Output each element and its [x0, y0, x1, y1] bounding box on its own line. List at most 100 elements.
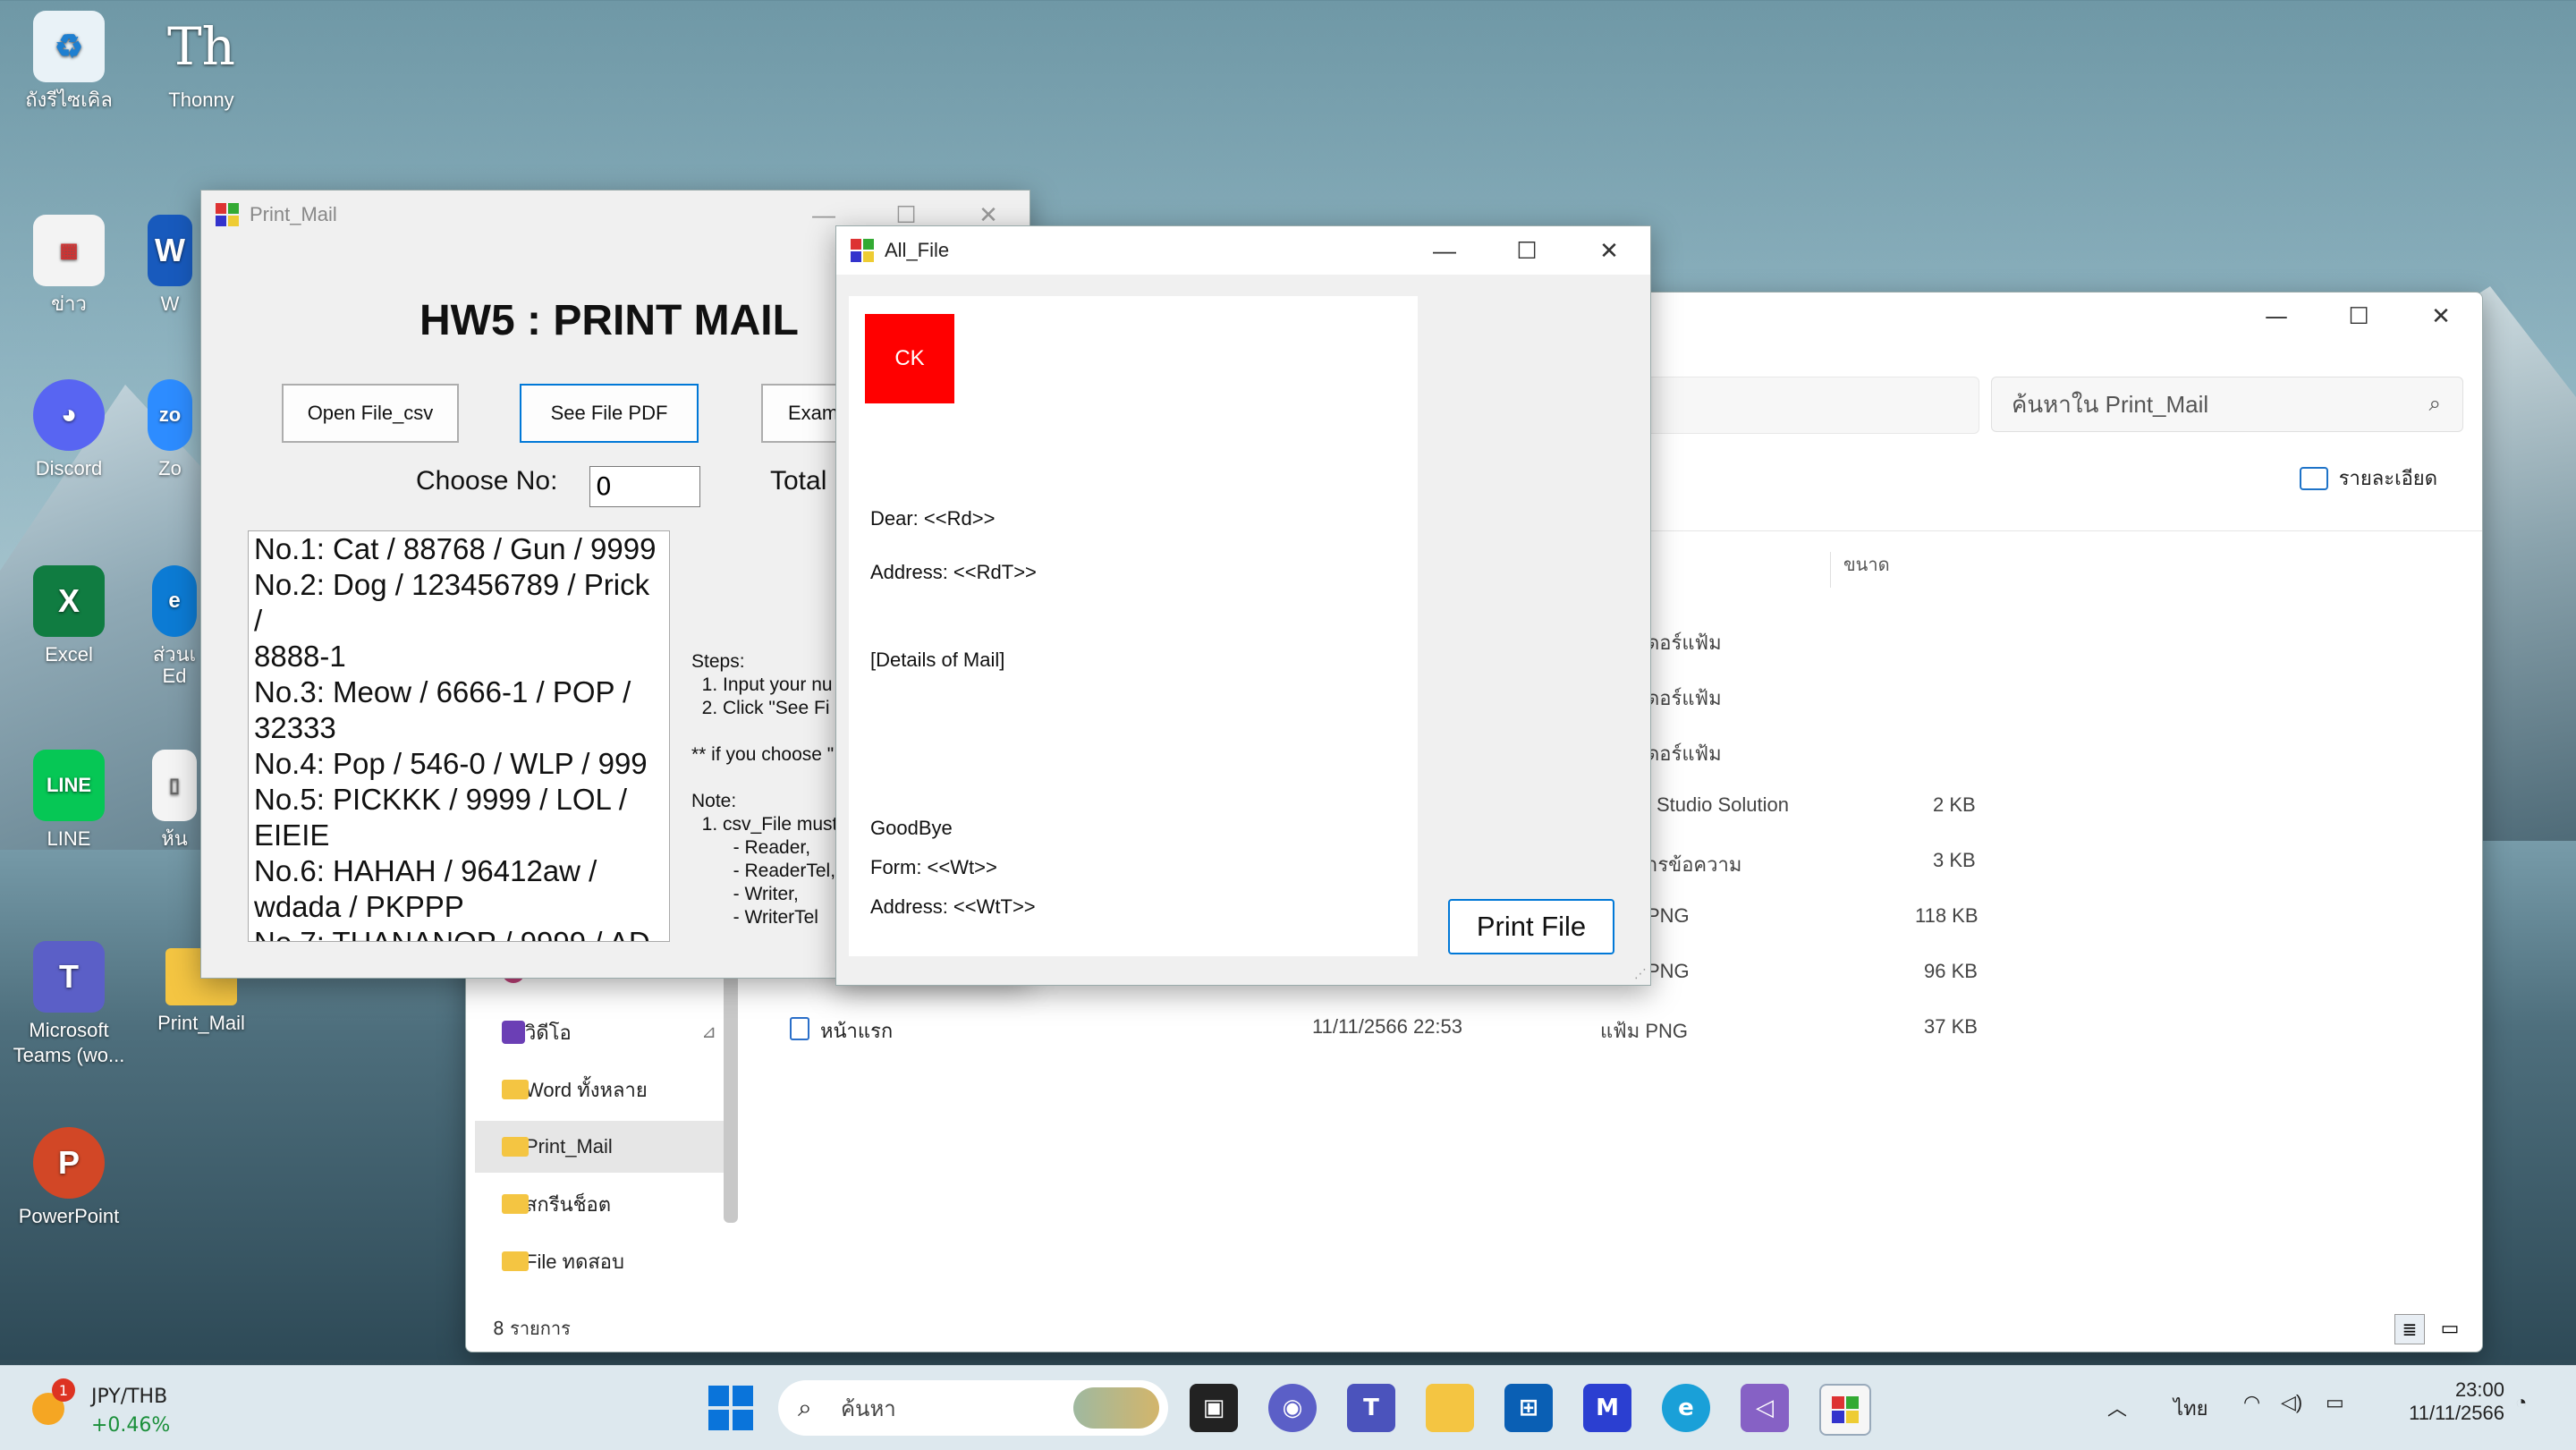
folder-icon [502, 1137, 529, 1157]
desktop-icon-line[interactable]: LINE LINE [11, 750, 127, 852]
teams-icon: T [33, 941, 105, 1013]
all-file-minimize-button[interactable]: — [1403, 226, 1486, 275]
tiles-view-icon[interactable]: ▭ [2436, 1314, 2464, 1343]
choose-no-input[interactable]: 0 [589, 466, 700, 507]
folder-icon [502, 1251, 529, 1271]
search-icon: ⌕ [798, 1393, 812, 1422]
status-item-count: 8 รายการ [493, 1318, 571, 1339]
list-item[interactable]: 8888-1 [254, 639, 664, 674]
explorer-close-button[interactable]: ✕ [2400, 293, 2482, 341]
weather-widget[interactable]: 1 JPY/THB +0.46% [27, 1375, 206, 1441]
details-pane-icon [2299, 466, 2328, 490]
visual-studio-icon[interactable]: ◁ [1741, 1384, 1789, 1432]
list-item[interactable]: No.7: THANANOP / 9999 / AD / [254, 925, 664, 941]
file-explorer-icon[interactable] [1426, 1384, 1474, 1432]
explorer-maximize-button[interactable]: ☐ [2318, 293, 2400, 341]
folder-icon [502, 1080, 529, 1099]
desktop-icon-word[interactable]: W W [143, 215, 197, 317]
details-pane-button[interactable]: รายละเอียด [2299, 462, 2437, 494]
desktop-icon-file[interactable]: ▯ ห้น [143, 750, 206, 852]
png-file-icon [790, 1017, 809, 1040]
all-file-window[interactable]: All_File — ☐ ✕ CK Dear: <<Rd>> Address: … [835, 225, 1651, 986]
dear-line: Dear: <<Rd>> [870, 507, 996, 530]
notification-badge: 1 [52, 1378, 75, 1402]
form-line: Form: <<Wt>> [870, 856, 997, 878]
records-listbox[interactable]: No.1: Cat / 88768 / Gun / 9999 No.2: Dog … [248, 530, 670, 942]
desktop-icon-teams[interactable]: T Microsoft Teams (wo... [11, 941, 127, 1068]
print-mail-app-icon[interactable] [1819, 1384, 1871, 1436]
desktop-icon-discord[interactable]: ◕ Discord [11, 379, 127, 481]
edge-icon[interactable]: e [1662, 1384, 1710, 1432]
steps-note-text: Steps: 1. Input your nu 2. Click "See Fi… [691, 651, 838, 928]
list-item[interactable]: No.4: Pop / 546-0 / WLP / 999 [254, 746, 664, 782]
taskbar-search[interactable]: ⌕ ค้นหา [778, 1380, 1168, 1436]
notification-bell-icon[interactable]: ◔ [2515, 1391, 2527, 1414]
list-item[interactable]: EIEIE [254, 818, 664, 853]
volume-icon[interactable]: ◁) [2281, 1391, 2302, 1414]
print-file-button[interactable]: Print File [1448, 899, 1614, 954]
resize-grip-icon[interactable]: ⋰ [1634, 967, 1647, 981]
total-label: Total [770, 466, 827, 496]
mail-preview-document: CK Dear: <<Rd>> Address: <<RdT>> [Detail… [849, 296, 1418, 956]
writer-address-line: Address: <<WtT>> [870, 895, 1036, 918]
thonny-icon: Th [166, 16, 236, 77]
nav-scrollbar[interactable] [724, 954, 738, 1223]
list-item[interactable]: No.1: Cat / 88768 / Gun / 9999 [254, 531, 664, 567]
explorer-search-input[interactable]: ค้นหาใน Print_Mail ⌕ [1991, 377, 2463, 432]
search-icon: ⌕ [2428, 392, 2441, 416]
desktop-icon-zoom[interactable]: zo Zo [143, 379, 197, 481]
desktop-icon-news[interactable]: ▦ ข่าว [11, 215, 127, 317]
powerpoint-icon: P [33, 1127, 105, 1199]
desktop-icon-powerpoint[interactable]: P PowerPoint [11, 1127, 127, 1229]
list-item[interactable]: wdada / PKPPP [254, 889, 664, 925]
desktop-icon-thonny[interactable]: Th Thonny [143, 11, 259, 113]
start-button[interactable] [708, 1386, 753, 1430]
choose-no-label: Choose No: [416, 466, 558, 496]
desktop-icon-recycle-bin[interactable]: ♻ ถังรีไซเคิล [11, 11, 127, 113]
receiver-address-line: Address: <<RdT>> [870, 561, 1037, 583]
line-icon: LINE [33, 750, 105, 821]
wifi-icon[interactable]: ◠ [2243, 1391, 2260, 1414]
teams-chat-icon[interactable]: ◉ [1268, 1384, 1317, 1432]
explorer-window-controls: — ☐ ✕ [2235, 293, 2482, 341]
news-icon: ▦ [33, 215, 105, 286]
list-item[interactable]: 32333 [254, 710, 664, 746]
list-item[interactable]: No.5: PICKKK / 9999 / LOL / [254, 782, 664, 818]
all-file-close-button[interactable]: ✕ [1568, 226, 1650, 275]
clock[interactable]: 23:00 11/11/2566 [2409, 1378, 2504, 1425]
folder-icon [502, 1194, 529, 1214]
column-divider [1830, 552, 1831, 588]
column-header-size[interactable]: ขนาด [1843, 550, 1890, 579]
nav-item-videos[interactable]: วิดีโอ ⊿ [475, 1006, 725, 1058]
all-file-maximize-button[interactable]: ☐ [1486, 226, 1568, 275]
battery-icon[interactable]: ▭ [2326, 1391, 2344, 1414]
all-file-titlebar[interactable]: All_File — ☐ ✕ [836, 226, 1650, 275]
windows-logo-icon [708, 1386, 729, 1406]
desktop-icon-edge-shortcut[interactable]: e ส่วนเ Ed [143, 565, 206, 689]
tray-overflow-icon[interactable]: ︿ [2107, 1393, 2127, 1421]
desktop-icon-excel[interactable]: X Excel [11, 565, 127, 667]
nav-item-print-mail[interactable]: Print_Mail [475, 1121, 725, 1173]
nav-item-screenshots[interactable]: สกรีนช็อต [475, 1178, 725, 1230]
zoom-icon: zo [148, 379, 192, 451]
search-highlight-image [1073, 1387, 1159, 1429]
teams-icon[interactable]: T [1347, 1384, 1395, 1432]
explorer-minimize-button[interactable]: — [2235, 293, 2318, 341]
list-item[interactable]: No.3: Meow / 6666-1 / POP / [254, 674, 664, 710]
nav-item-word-folder[interactable]: Word ทั้งหลาย [475, 1064, 725, 1115]
task-view-icon[interactable]: ▣ [1190, 1384, 1238, 1432]
app-icon [216, 203, 239, 226]
input-language[interactable]: ไทย [2174, 1393, 2207, 1424]
page-title: HW5 : PRINT MAIL [419, 297, 799, 344]
list-item[interactable]: No.6: HAHAH / 96412aw / [254, 853, 664, 889]
list-item[interactable]: No.2: Dog / 123456789 / Prick / [254, 567, 664, 639]
word-icon: W [148, 215, 192, 286]
whiteboard-icon[interactable]: M [1583, 1384, 1631, 1432]
details-view-icon[interactable]: ≣ [2394, 1314, 2425, 1344]
taskbar: 1 JPY/THB +0.46% ⌕ ค้นหา ▣ ◉ T ⊞ M e ◁ ︿… [0, 1365, 2576, 1450]
nav-item-test-files[interactable]: File ทดสอบ [475, 1235, 725, 1287]
pin-icon: ⊿ [701, 1022, 716, 1042]
see-pdf-button[interactable]: See File PDF [520, 384, 699, 443]
microsoft-store-icon[interactable]: ⊞ [1504, 1384, 1553, 1432]
open-csv-button[interactable]: Open File_csv [282, 384, 459, 443]
